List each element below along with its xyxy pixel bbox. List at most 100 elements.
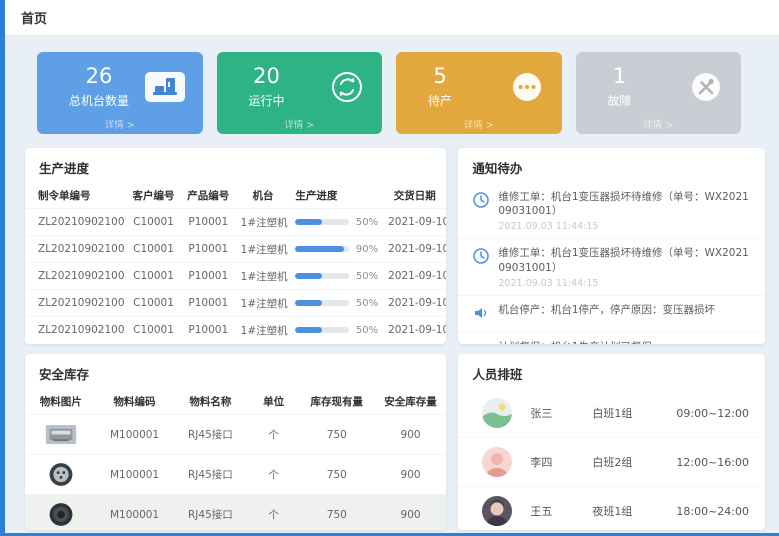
column-header: 安全库存量 [375, 389, 447, 415]
table-header-row: 制令单编号 客户编号 产品编号 机台 生产进度 交货日期 [25, 183, 446, 209]
column-header: 物料编码 [97, 389, 173, 415]
stat-label: 故障 [608, 92, 632, 109]
stat-label: 待产 [428, 92, 452, 109]
progress-bar: 50% [295, 217, 378, 228]
person-time: 09:00~12:00 [676, 407, 749, 420]
column-header: 物料名称 [172, 389, 248, 415]
clock-icon [472, 246, 490, 288]
clock-icon [472, 190, 490, 232]
person-time: 12:00~16:00 [676, 456, 749, 469]
staff-schedule-panel: 人员排班 张三 白班1组 09:00~12:00 [458, 354, 765, 530]
machine-icon [145, 72, 185, 102]
header-bar: 首页 [5, 0, 779, 36]
running-icon [330, 70, 364, 104]
notification-item[interactable]: 维修工单：机台1变压器损坏待维修（单号：WX202109031001） 2021… [458, 239, 765, 295]
schedule-row[interactable]: 张三 白班1组 09:00~12:00 [458, 389, 765, 437]
table-row[interactable]: ZL202109021001 C10001 P10001 1#注塑机 50% 2… [25, 263, 446, 290]
production-progress-panel: 生产进度 制令单编号 客户编号 产品编号 机台 生产进度 交货日期 [25, 148, 446, 344]
column-header: 生产进度 [290, 183, 383, 209]
detail-link[interactable]: 详情 > [37, 117, 203, 131]
notification-text: 维修工单：机台1变压器损坏待维修（单号：WX202109031001） [498, 246, 753, 274]
column-header: 产品编号 [181, 183, 236, 209]
page-title: 首页 [21, 8, 47, 27]
notification-item[interactable]: 计划督促：机台1生产计划已督促 2021.09.03 11:44:15 [458, 333, 765, 344]
stat-label: 运行中 [249, 92, 285, 109]
person-time: 18:00~24:00 [676, 505, 749, 518]
column-header: 交货日期 [383, 183, 446, 209]
progress-label: 90% [356, 244, 378, 255]
dashboard-screen: 首页 26 总机台数量 详情 > 20 运行中 [0, 0, 779, 536]
person-shift: 夜班1组 [592, 503, 676, 519]
notifications-panel: 通知待办 维修工单：机台1变压器损坏待维修（单号：WX202109031001）… [458, 148, 765, 344]
table-row[interactable]: M100001 RJ45接口 个 750 900 [25, 455, 446, 495]
table-row[interactable]: ZL202109021001 C10001 P10001 1#注塑机 50% 2… [25, 209, 446, 236]
person-name: 王五 [530, 503, 592, 519]
stat-value: 1 [613, 65, 626, 88]
stat-cards: 26 总机台数量 详情 > 20 运行中 [37, 52, 741, 134]
right-column: 通知待办 维修工单：机台1变压器损坏待维修（单号：WX202109031001）… [458, 148, 765, 530]
avatar [482, 496, 512, 526]
stat-value: 20 [253, 65, 280, 88]
table-row[interactable]: M100001 RJ45接口 个 750 900 [25, 415, 446, 455]
safety-stock-panel: 安全库存 物料图片 物料编码 物料名称 单位 库存现有量 安全库存量 [25, 354, 446, 530]
panel-title: 通知待办 [458, 148, 765, 183]
column-header: 库存现有量 [299, 389, 375, 415]
material-image-rj45-connector [42, 421, 80, 448]
stat-label: 总机台数量 [69, 92, 129, 109]
person-name: 李四 [530, 454, 592, 470]
main-content: 生产进度 制令单编号 客户编号 产品编号 机台 生产进度 交货日期 [25, 148, 765, 530]
material-image-speaker-driver [42, 501, 80, 528]
panel-title: 安全库存 [25, 354, 446, 389]
stat-card-main: 26 总机台数量 [69, 65, 129, 108]
progress-label: 50% [356, 298, 378, 309]
notification-item[interactable]: 机台停产：机台1停产，停产原因：变压器损坏 [458, 296, 765, 333]
notification-text: 维修工单：机台1变压器损坏待维修（单号：WX202109031001） [498, 190, 753, 218]
notification-time: 2021.09.03 11:44:15 [498, 278, 753, 289]
production-table: 制令单编号 客户编号 产品编号 机台 生产进度 交货日期 ZL202109021… [25, 183, 446, 344]
stat-card-running[interactable]: 20 运行中 详情 > [217, 52, 383, 134]
stat-card-total-machines[interactable]: 26 总机台数量 详情 > [37, 52, 203, 134]
detail-link[interactable]: 详情 > [576, 117, 742, 131]
table-row[interactable]: M100001 RJ45接口 个 750 900 [25, 495, 446, 531]
column-header: 单位 [248, 389, 299, 415]
notification-item[interactable]: 维修工单：机台1变压器损坏待维修（单号：WX202109031001） 2021… [458, 183, 765, 239]
panel-title: 人员排班 [458, 354, 765, 389]
stat-card-waiting[interactable]: 5 待产 详情 > [396, 52, 562, 134]
panel-title: 生产进度 [25, 148, 446, 183]
person-shift: 白班1组 [592, 405, 676, 421]
fault-icon [689, 70, 723, 104]
progress-bar: 50% [295, 325, 378, 336]
detail-link[interactable]: 详情 > [396, 117, 562, 131]
progress-label: 50% [356, 217, 378, 228]
column-header: 制令单编号 [25, 183, 126, 209]
notification-text: 计划督促：机台1生产计划已督促 [498, 340, 753, 344]
table-row[interactable]: ZL202109021001 C10001 P10001 1#注塑机 90% 2… [25, 236, 446, 263]
stat-card-main: 20 运行中 [249, 65, 285, 108]
material-image-round-connector [42, 461, 80, 488]
avatar [482, 398, 512, 428]
schedule-row[interactable]: 王五 夜班1组 18:00~24:00 [458, 486, 765, 530]
progress-bar: 50% [295, 271, 378, 282]
stat-value: 26 [86, 65, 113, 88]
column-header: 机台 [236, 183, 291, 209]
inventory-table: 物料图片 物料编码 物料名称 单位 库存现有量 安全库存量 [25, 389, 446, 530]
speaker-icon [472, 303, 490, 326]
notification-text: 机台停产：机台1停产，停产原因：变压器损坏 [498, 303, 753, 317]
detail-link[interactable]: 详情 > [217, 117, 383, 131]
column-header: 物料图片 [25, 389, 97, 415]
table-row[interactable]: ZL202109021001 C10001 P10001 1#注塑机 50% 2… [25, 290, 446, 317]
waiting-icon [510, 70, 544, 104]
progress-bar: 50% [295, 298, 378, 309]
schedule-row[interactable]: 李四 白班2组 12:00~16:00 [458, 437, 765, 486]
stat-card-main: 5 待产 [428, 65, 452, 108]
notification-time: 2021.09.03 11:44:15 [498, 221, 753, 232]
stat-card-main: 1 故障 [608, 65, 632, 108]
stat-card-fault[interactable]: 1 故障 详情 > [576, 52, 742, 134]
person-shift: 白班2组 [592, 454, 676, 470]
table-header-row: 物料图片 物料编码 物料名称 单位 库存现有量 安全库存量 [25, 389, 446, 415]
stat-value: 5 [433, 65, 446, 88]
avatar [482, 447, 512, 477]
table-row[interactable]: ZL202109021001 C10001 P10001 1#注塑机 50% 2… [25, 317, 446, 344]
progress-label: 50% [356, 271, 378, 282]
left-column: 生产进度 制令单编号 客户编号 产品编号 机台 生产进度 交货日期 [25, 148, 446, 530]
